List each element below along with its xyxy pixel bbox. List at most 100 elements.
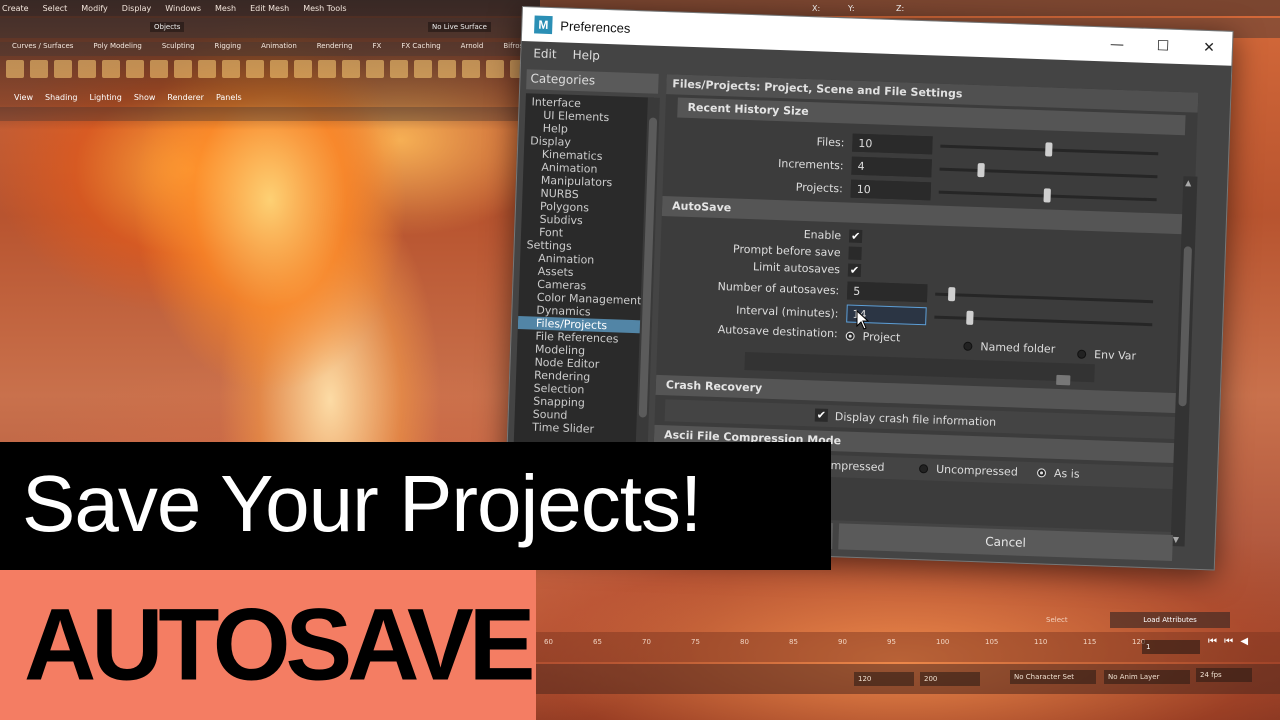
range-start-field[interactable]: 120 xyxy=(854,672,914,686)
slider-knob[interactable] xyxy=(947,287,956,302)
destination-path-field[interactable] xyxy=(744,351,1095,383)
shelf-tool-icon[interactable] xyxy=(462,60,480,78)
shelf-tool-icon[interactable] xyxy=(294,60,312,78)
panel-menu-item[interactable]: Shading xyxy=(45,93,78,105)
timeline-tick-label: 75 xyxy=(691,638,700,646)
scrollbar-thumb[interactable] xyxy=(1178,246,1193,407)
maximize-icon[interactable]: ☐ xyxy=(1139,29,1186,65)
maya-menu-item[interactable]: Select xyxy=(43,4,68,13)
shelf-tool-icon[interactable] xyxy=(414,60,432,78)
maya-menu-item[interactable]: Mesh xyxy=(215,4,236,13)
range-end-field[interactable]: 200 xyxy=(920,672,980,686)
load-attributes-button[interactable]: Load Attributes xyxy=(1110,612,1230,628)
shelf-tool-icon[interactable] xyxy=(270,60,288,78)
timeline-tick-label: 105 xyxy=(985,638,999,646)
range-slider[interactable]: 120 200 No Character Set No Anim Layer 2… xyxy=(536,664,1280,694)
maya-logo-icon: M xyxy=(534,15,553,35)
shelf-tab[interactable]: Sculpting xyxy=(162,42,195,56)
panel-menu-item[interactable]: Panels xyxy=(216,93,242,105)
current-frame-field[interactable]: 1 xyxy=(1142,640,1200,654)
maya-menu-item[interactable]: Create xyxy=(2,4,29,13)
dest-env-var-radio[interactable]: Env Var xyxy=(1077,348,1136,363)
files-field[interactable]: 10 xyxy=(852,133,933,155)
panel-menu-item[interactable]: Renderer xyxy=(167,93,204,105)
shelf-tab[interactable]: Rendering xyxy=(317,42,353,56)
shelf-tab[interactable]: FX Caching xyxy=(401,42,440,56)
maya-menu-item[interactable]: Display xyxy=(122,4,152,13)
limit-checkbox[interactable]: ✔ xyxy=(847,263,862,277)
x-coordinate-label: X: xyxy=(812,4,821,13)
shelf-tool-icon[interactable] xyxy=(174,60,192,78)
shelf-tool-icon[interactable] xyxy=(342,60,360,78)
close-icon[interactable]: ✕ xyxy=(1185,30,1232,66)
shelf-tool-icon[interactable] xyxy=(126,60,144,78)
shelf-tool-icon[interactable] xyxy=(486,60,504,78)
crash-info-checkbox[interactable]: ✔ xyxy=(814,408,829,422)
select-label: Select xyxy=(1046,616,1068,624)
folder-icon[interactable] xyxy=(1056,374,1071,386)
interval-slider[interactable] xyxy=(934,310,1153,327)
scroll-up-icon[interactable]: ▲ xyxy=(1185,178,1191,187)
shelf-tab[interactable]: Rigging xyxy=(215,42,242,56)
shelf-tool-icon[interactable] xyxy=(246,60,264,78)
anim-layer-menu[interactable]: No Anim Layer xyxy=(1104,670,1190,684)
files-label: Files: xyxy=(816,135,845,150)
objects-selector[interactable]: Objects xyxy=(150,22,185,32)
radio-icon xyxy=(963,341,973,351)
no-live-surface[interactable]: No Live Surface xyxy=(428,22,491,32)
increments-slider[interactable] xyxy=(939,162,1158,179)
shelf-tab[interactable]: Arnold xyxy=(461,42,484,56)
shelf-tool-icon[interactable] xyxy=(198,60,216,78)
as-is-label: As is xyxy=(1053,466,1080,481)
uncompressed-radio[interactable]: Uncompressed xyxy=(918,462,1018,479)
shelf-tool-icon[interactable] xyxy=(150,60,168,78)
prompt-checkbox[interactable] xyxy=(848,246,862,260)
number-slider[interactable] xyxy=(935,287,1154,304)
fps-menu[interactable]: 24 fps xyxy=(1196,668,1252,682)
panel-menu-item[interactable]: Lighting xyxy=(89,93,121,105)
slider-knob[interactable] xyxy=(965,310,974,325)
slider-knob[interactable] xyxy=(977,162,985,178)
increments-field[interactable]: 4 xyxy=(851,156,932,178)
shelf-tab[interactable]: Animation xyxy=(261,42,297,56)
shelf-tool-icon[interactable] xyxy=(366,60,384,78)
window-title: Preferences xyxy=(560,17,631,36)
maya-menu-item[interactable]: Mesh Tools xyxy=(303,4,346,13)
dest-env-label: Env Var xyxy=(1093,348,1137,363)
y-coordinate-label: Y: xyxy=(848,4,855,13)
as-is-radio[interactable]: As is xyxy=(1036,466,1080,481)
shelf-tab[interactable]: Curves / Surfaces xyxy=(12,42,73,56)
dest-named-folder-radio[interactable]: Named folder xyxy=(963,340,1055,356)
scroll-down-icon[interactable]: ▼ xyxy=(1173,535,1179,544)
enable-checkbox[interactable]: ✔ xyxy=(848,229,863,244)
slider-knob[interactable] xyxy=(1043,188,1051,203)
dest-named-label: Named folder xyxy=(980,340,1056,356)
menu-edit[interactable]: Edit xyxy=(533,46,557,61)
shelf-tool-icon[interactable] xyxy=(54,60,72,78)
maya-menu-item[interactable]: Edit Mesh xyxy=(250,4,289,13)
playback-controls[interactable]: ⏮ ⏮ ◀ xyxy=(1208,636,1250,647)
shelf-tool-icon[interactable] xyxy=(78,60,96,78)
shelf-tool-icon[interactable] xyxy=(438,60,456,78)
shelf-tool-icon[interactable] xyxy=(102,60,120,78)
panel-menu-item[interactable]: View xyxy=(14,93,33,105)
menu-help[interactable]: Help xyxy=(572,48,600,63)
shelf-tool-icon[interactable] xyxy=(390,60,408,78)
character-set-menu[interactable]: No Character Set xyxy=(1010,670,1096,684)
slider-knob[interactable] xyxy=(1045,142,1053,157)
shelf-tool-icon[interactable] xyxy=(6,60,24,78)
panel-menu-item[interactable]: Show xyxy=(134,93,156,105)
shelf-tool-icon[interactable] xyxy=(318,60,336,78)
shelf-tab[interactable]: FX xyxy=(373,42,382,56)
projects-field[interactable]: 10 xyxy=(850,179,932,201)
minimize-icon[interactable]: — xyxy=(1093,27,1140,63)
projects-slider[interactable] xyxy=(938,188,1157,203)
files-slider[interactable] xyxy=(940,142,1159,157)
number-field[interactable]: 5 xyxy=(846,281,928,303)
maya-menu-item[interactable]: Windows xyxy=(165,4,201,13)
dest-project-radio[interactable]: Project xyxy=(845,330,901,344)
maya-menu-item[interactable]: Modify xyxy=(81,4,108,13)
shelf-tool-icon[interactable] xyxy=(30,60,48,78)
shelf-tool-icon[interactable] xyxy=(222,60,240,78)
shelf-tab[interactable]: Poly Modeling xyxy=(93,42,141,56)
